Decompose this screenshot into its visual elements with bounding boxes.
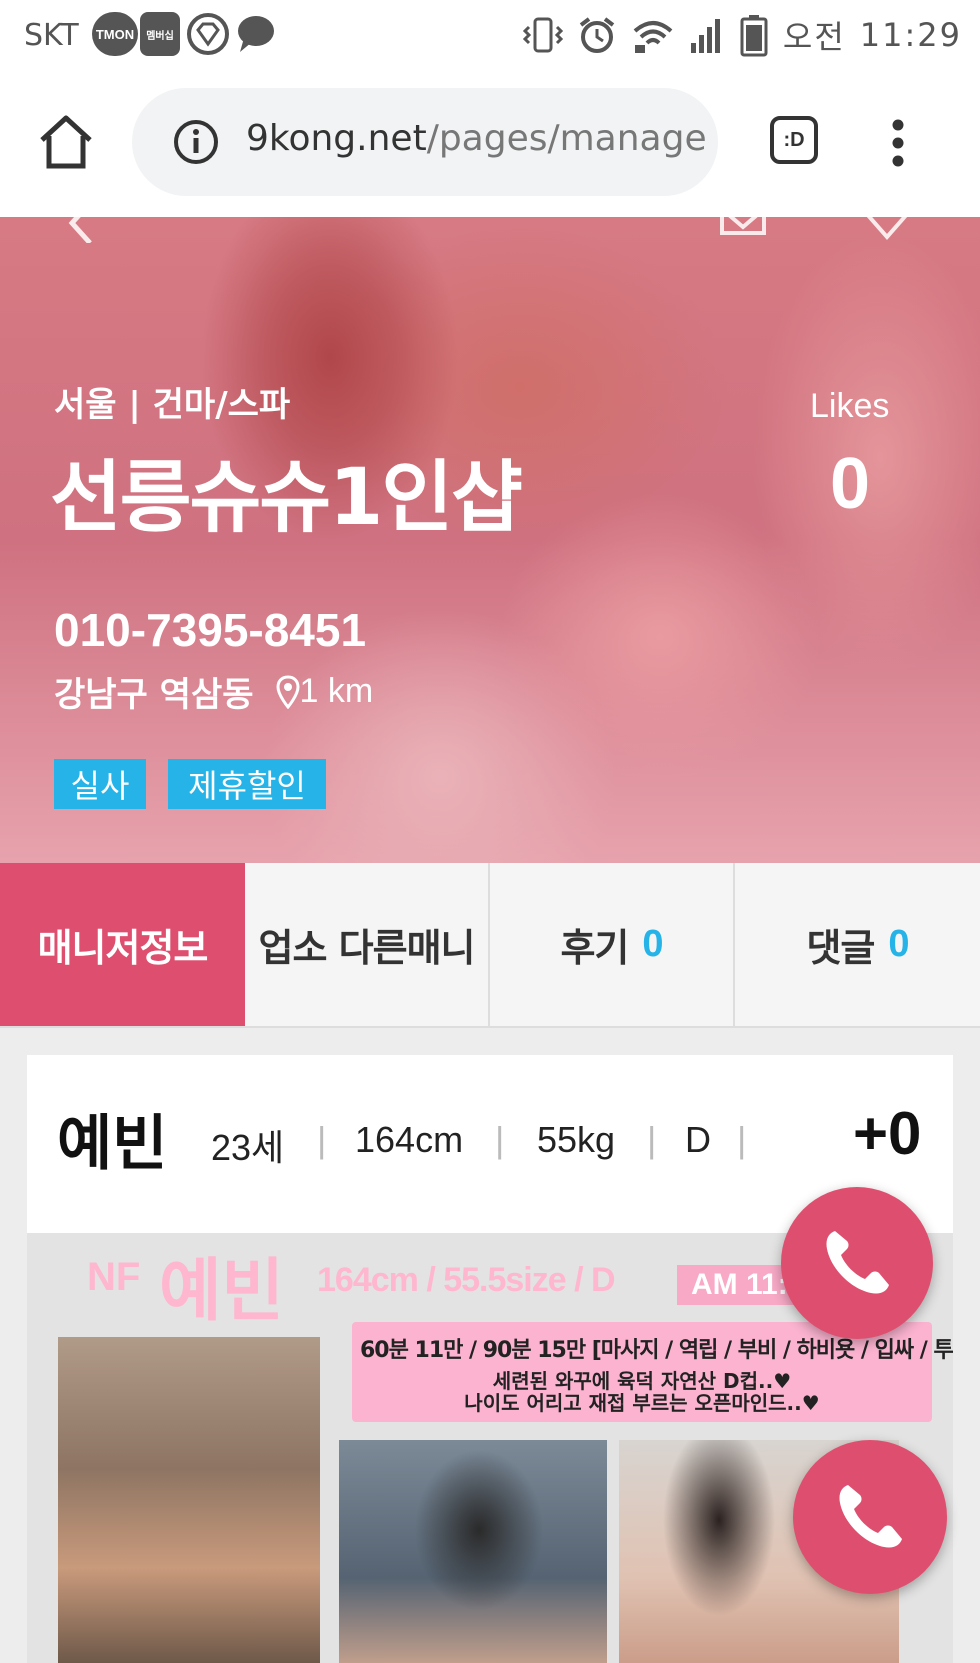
tab-comments[interactable]: 댓글 0 xyxy=(735,863,980,1026)
tab-label: 업소 다른매니 xyxy=(258,926,476,970)
tab-other-managers[interactable]: 업소 다른매니 xyxy=(245,863,490,1026)
diamond-app-icon xyxy=(187,13,229,55)
back-arrow-icon[interactable] xyxy=(60,217,100,243)
heart-icon[interactable] xyxy=(862,217,912,243)
shop-category: 서울 | 건마/스파 xyxy=(54,385,291,425)
tab-label: 매니저정보 xyxy=(37,926,209,970)
tmon-app-icon: TMON xyxy=(92,12,138,56)
status-bar: SKT TMON 멤버십 오전 11:29 xyxy=(0,0,980,72)
distance-value: 1 km xyxy=(299,672,374,710)
more-vert-icon[interactable] xyxy=(890,118,906,168)
shop-location: 강남구 역삼동 1 km xyxy=(54,667,373,716)
alarm-icon xyxy=(579,17,615,53)
promo-photo xyxy=(58,1337,320,1663)
call-button[interactable] xyxy=(781,1187,933,1339)
tab-switcher-icon[interactable]: :D xyxy=(770,116,818,164)
manager-score: +0 xyxy=(853,1100,922,1167)
vibrate-icon xyxy=(522,17,563,53)
address-bar[interactable]: 9kong.net/pages/managed xyxy=(132,88,718,196)
likes-label: Likes xyxy=(810,387,890,425)
browser-toolbar: 9kong.net/pages/managed :D xyxy=(0,72,980,217)
separator: | xyxy=(317,1119,327,1160)
location-text: 강남구 역삼동 xyxy=(54,675,254,715)
manager-name: 예빈 xyxy=(57,1109,168,1179)
promo-prefix: NF xyxy=(87,1255,141,1299)
tag-real-photo: 실사 xyxy=(54,759,146,809)
tag-discount: 제휴할인 xyxy=(168,759,326,809)
url-path: /pages/managed xyxy=(426,118,706,159)
membership-app-icon: 멤버십 xyxy=(140,12,180,56)
manager-cup: D xyxy=(685,1119,711,1160)
promo-desc-line: 세련된 와꾸에 육덕 자연산 D컵..♥ xyxy=(492,1369,792,1393)
status-icons: 오전 11:29 xyxy=(522,12,962,58)
tab-label: 댓글 xyxy=(806,926,875,970)
battery-icon xyxy=(740,15,768,57)
signal-icon xyxy=(690,19,720,53)
shop-name: 선릉슈슈1인샵 xyxy=(50,453,523,543)
location-pin-icon xyxy=(276,674,300,709)
promo-desc-line: 나이도 어리고 재접 부르는 오픈마인드..♥ xyxy=(464,1391,820,1415)
likes-count[interactable]: 0 xyxy=(830,443,870,525)
url-text[interactable]: 9kong.net/pages/managed xyxy=(246,118,706,159)
clock-ampm: 오전 xyxy=(782,18,846,56)
separator: | xyxy=(737,1119,747,1160)
promo-spec: 164cm / 55.5size / D xyxy=(317,1261,616,1299)
clock-time: 11:29 xyxy=(859,16,962,54)
shop-phone[interactable]: 010-7395-8451 xyxy=(54,603,366,657)
comment-count: 0 xyxy=(888,923,909,965)
separator: | xyxy=(647,1119,657,1160)
url-domain: 9kong.net xyxy=(246,118,427,159)
info-icon[interactable] xyxy=(172,118,220,166)
promo-photo xyxy=(339,1440,607,1663)
manager-age: 23세 xyxy=(211,1127,285,1168)
tab-reviews[interactable]: 후기 0 xyxy=(490,863,735,1026)
call-button[interactable] xyxy=(793,1440,947,1594)
shop-hero: 서울 | 건마/스파 선릉슈슈1인샵 Likes 0 010-7395-8451… xyxy=(0,217,980,863)
tab-manager-info[interactable]: 매니저정보 xyxy=(0,863,245,1026)
star-icon[interactable] xyxy=(718,217,768,243)
carrier-label: SKT xyxy=(24,18,79,53)
tab-bar: 매니저정보 업소 다른매니 후기 0 댓글 0 xyxy=(0,863,980,1028)
phone-icon xyxy=(839,1485,902,1548)
home-icon[interactable] xyxy=(36,112,96,172)
chat-bubble-icon xyxy=(238,16,274,52)
manager-height: 164cm xyxy=(355,1119,464,1160)
wifi-icon xyxy=(633,21,673,53)
manager-weight: 55kg xyxy=(537,1119,616,1160)
distance: 1 km xyxy=(276,672,374,711)
promo-name: 예빈 xyxy=(159,1252,285,1331)
phone-icon xyxy=(826,1231,889,1294)
separator: | xyxy=(495,1119,505,1160)
promo-description: 세련된 와꾸에 육덕 자연산 D컵..♥ 나이도 어리고 재접 부르는 오픈마인… xyxy=(352,1370,932,1414)
review-count: 0 xyxy=(642,923,663,965)
tab-label: 후기 xyxy=(560,926,629,970)
